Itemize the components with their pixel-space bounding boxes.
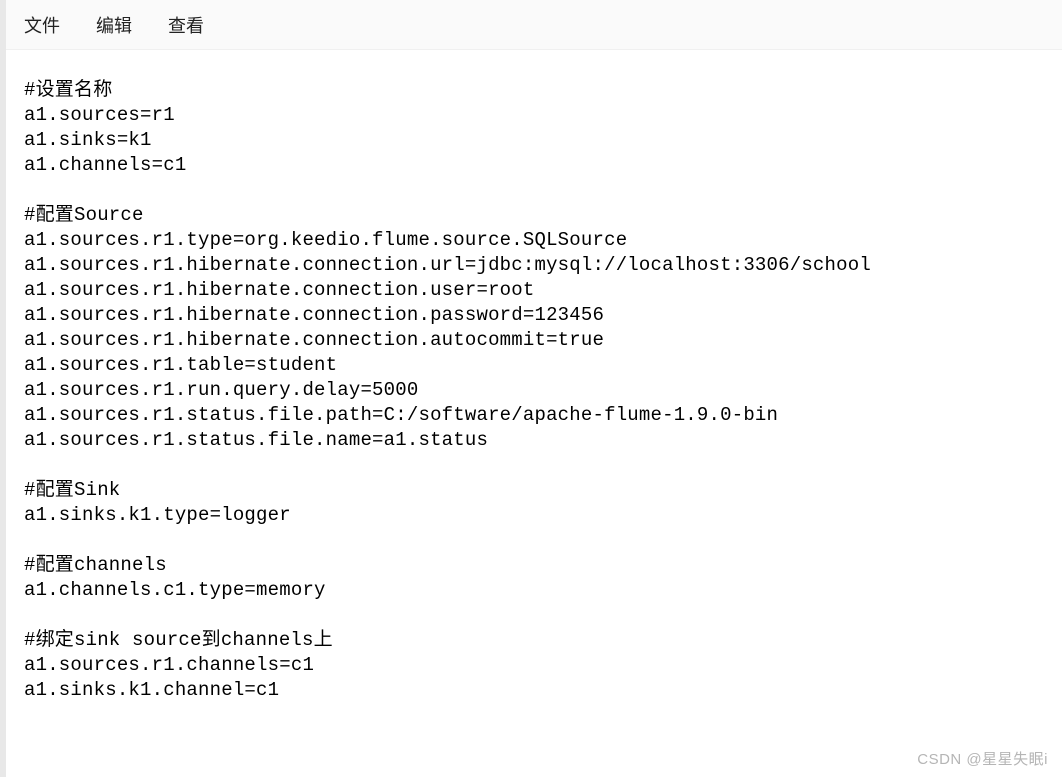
menu-view[interactable]: 查看 bbox=[168, 12, 204, 38]
menu-file[interactable]: 文件 bbox=[24, 12, 60, 38]
watermark-text: CSDN @星星失眠i bbox=[917, 748, 1048, 769]
text-editor-area[interactable]: #设置名称 a1.sources=r1 a1.sinks=k1 a1.chann… bbox=[0, 50, 1062, 703]
window-left-border bbox=[0, 0, 6, 777]
menubar: 文件 编辑 查看 bbox=[0, 0, 1062, 50]
menu-edit[interactable]: 编辑 bbox=[96, 12, 132, 38]
